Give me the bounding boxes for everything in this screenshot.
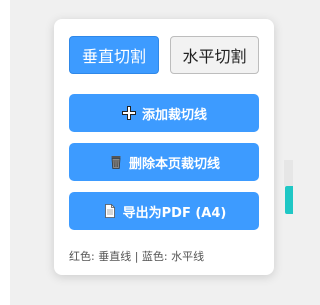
export-pdf-button[interactable]: 导出为PDF (A4) <box>69 192 259 230</box>
page: 垂直切割 水平切割 添加裁切线 删除本页裁切线 导出为PDF (A4) 红色: … <box>0 0 293 305</box>
scrollbar-thumb[interactable] <box>285 186 293 214</box>
delete-page-cut-lines-label: 删除本页裁切线 <box>128 156 220 172</box>
color-legend-note: 红色: 垂直线 | 蓝色: 水平线 <box>69 250 205 263</box>
horizontal-cut-button[interactable]: 水平切割 <box>170 36 259 74</box>
delete-page-cut-lines-button[interactable]: 删除本页裁切线 <box>69 143 259 181</box>
crosshair-icon <box>121 105 137 121</box>
document-background <box>0 0 10 305</box>
document-icon <box>102 203 118 219</box>
vertical-cut-label: 垂直切割 <box>81 47 146 66</box>
trash-can-icon <box>108 154 124 170</box>
add-cut-line-button[interactable]: 添加裁切线 <box>69 94 259 132</box>
add-cut-line-label: 添加裁切线 <box>141 107 207 123</box>
cut-tool-panel: 垂直切割 水平切割 添加裁切线 删除本页裁切线 导出为PDF (A4) 红色: … <box>54 19 274 275</box>
scrollbar-track[interactable] <box>284 160 293 186</box>
horizontal-cut-label: 水平切割 <box>182 47 247 66</box>
export-pdf-label: 导出为PDF (A4) <box>122 205 227 221</box>
mode-toggle-group: 垂直切割 水平切割 <box>69 36 259 74</box>
vertical-cut-button[interactable]: 垂直切割 <box>69 36 159 74</box>
